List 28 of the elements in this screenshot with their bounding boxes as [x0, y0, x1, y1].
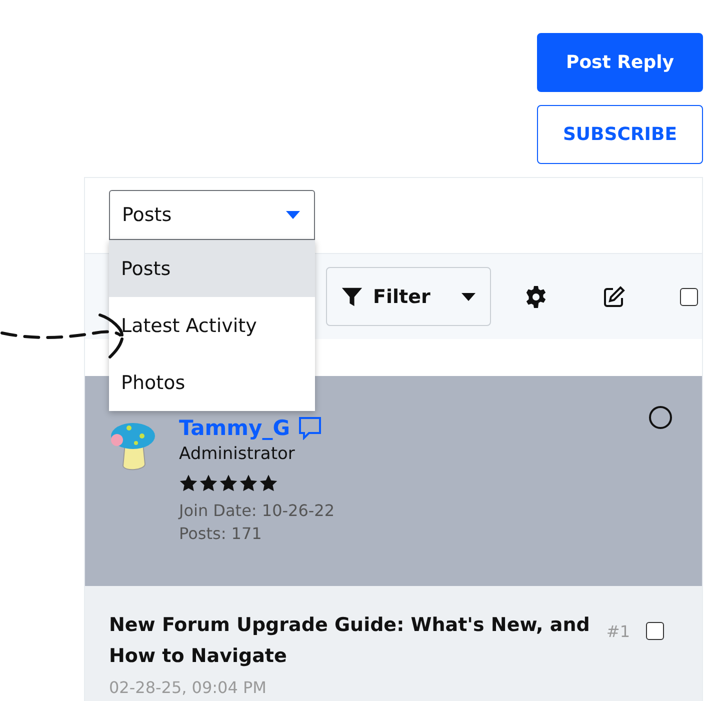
star-icon — [239, 474, 258, 493]
post-title: New Forum Upgrade Guide: What's New, and How to Navigate — [109, 613, 590, 669]
author-role: Administrator — [179, 444, 296, 464]
caret-icon — [286, 211, 300, 219]
settings-button[interactable] — [524, 284, 548, 308]
star-icon — [179, 474, 198, 493]
select-all-checkbox[interactable] — [680, 288, 698, 306]
filter-button[interactable]: Filter — [326, 267, 491, 326]
post-number: #1 — [606, 622, 630, 641]
menu-option[interactable]: Latest Activity — [109, 297, 315, 354]
edit-button[interactable] — [602, 284, 626, 308]
post-date: 02-28-25, 09:04 PM — [109, 678, 268, 696]
menu-option[interactable]: Photos — [109, 354, 315, 411]
star-icon — [219, 474, 238, 493]
chat-bubble-icon[interactable] — [298, 416, 322, 440]
gear-icon — [524, 284, 548, 308]
select-radio[interactable] — [649, 406, 672, 429]
menu-option[interactable]: Posts — [109, 240, 315, 297]
star-icon — [199, 474, 218, 493]
subscribe-button[interactable]: SUBSCRIBE — [537, 105, 703, 164]
join-date: Join Date: 10-26-22 — [179, 501, 335, 520]
post-reply-button[interactable]: Post Reply — [537, 33, 703, 92]
pencil-square-icon — [602, 284, 626, 308]
post-count: Posts: 171 — [179, 524, 263, 543]
funnel-icon — [341, 286, 363, 308]
star-icon — [259, 474, 278, 493]
view-dropdown[interactable]: Posts — [109, 190, 315, 240]
caret-icon — [461, 292, 476, 300]
